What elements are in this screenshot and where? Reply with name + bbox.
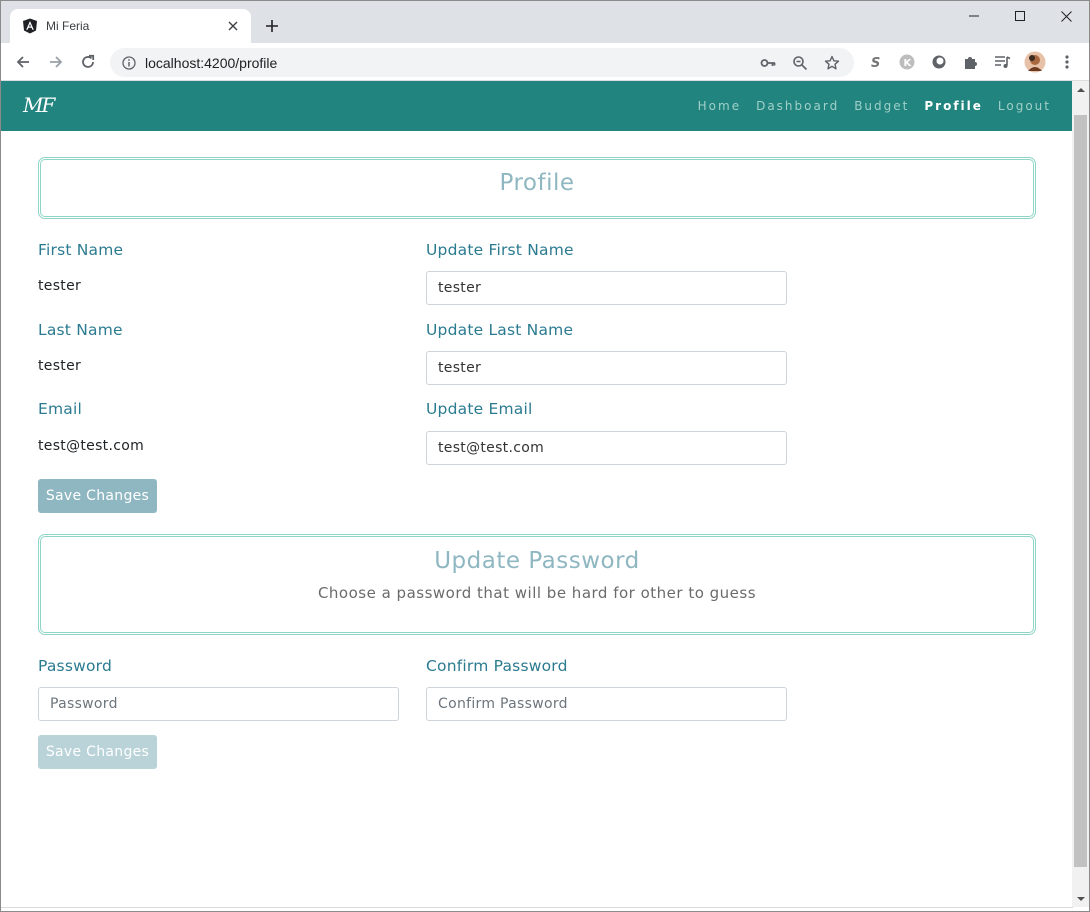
update-email-input[interactable] <box>426 431 787 465</box>
extension-s-icon[interactable]: S <box>859 48 891 76</box>
close-icon[interactable] <box>223 16 243 36</box>
update-last-name-label: Update Last Name <box>426 321 574 339</box>
browser-toolbar: localhost:4200/profile S K <box>1 43 1089 81</box>
first-name-label: First Name <box>38 241 124 259</box>
update-first-name-input[interactable] <box>426 271 787 305</box>
avatar[interactable] <box>1019 48 1051 76</box>
nav-profile[interactable]: Profile <box>924 99 983 113</box>
extension-circle-icon[interactable] <box>923 48 955 76</box>
url-text: localhost:4200/profile <box>145 54 278 71</box>
first-name-value: tester <box>38 278 82 294</box>
profile-header-box: Profile <box>38 157 1036 219</box>
update-email-label: Update Email <box>426 400 533 418</box>
tab-title: Mi Feria <box>46 19 90 33</box>
minimize-button[interactable] <box>951 1 997 31</box>
page-scrollbar[interactable] <box>1072 81 1089 907</box>
info-icon[interactable] <box>121 55 137 71</box>
password-header-box: Update Password Choose a password that w… <box>38 534 1036 635</box>
window-controls <box>951 1 1089 31</box>
nav-logout[interactable]: Logout <box>998 99 1051 113</box>
scroll-thumb[interactable] <box>1074 115 1087 867</box>
browser-window: Mi Feria localhost:4200/profile S K MF H… <box>0 0 1090 912</box>
scroll-down-icon[interactable] <box>1072 890 1089 907</box>
password-input[interactable] <box>38 687 399 721</box>
nav-dashboard[interactable]: Dashboard <box>756 99 839 113</box>
save-password-button[interactable]: Save Changes <box>38 735 157 769</box>
close-window-button[interactable] <box>1043 1 1089 31</box>
reload-icon <box>82 54 95 68</box>
page-viewport: MF Home Dashboard Budget Profile Logout … <box>1 81 1073 907</box>
email-label: Email <box>38 400 83 418</box>
password-subtitle: Choose a password that will be hard for … <box>317 584 757 602</box>
save-profile-button[interactable]: Save Changes <box>38 479 157 513</box>
browser-tab[interactable]: Mi Feria <box>10 9 251 43</box>
arrow-right-icon <box>50 56 63 68</box>
window-bottom-edge <box>1 907 1073 911</box>
password-title: Update Password <box>434 548 640 574</box>
forward-button[interactable] <box>42 48 70 76</box>
new-tab-button[interactable] <box>260 14 284 38</box>
brand-logo[interactable]: MF <box>23 93 55 117</box>
puzzle-icon[interactable] <box>955 48 987 76</box>
nav-budget[interactable]: Budget <box>854 99 909 113</box>
extension-k-icon[interactable]: K <box>891 48 923 76</box>
email-value: test@test.com <box>38 438 145 454</box>
angular-icon <box>22 18 38 34</box>
maximize-button[interactable] <box>997 1 1043 31</box>
zoom-icon[interactable] <box>784 49 816 77</box>
back-button[interactable] <box>9 48 37 76</box>
svg-text:S: S <box>871 56 880 70</box>
more-menu-icon[interactable] <box>1051 48 1083 76</box>
tab-strip: Mi Feria <box>1 1 1089 43</box>
profile-title: Profile <box>499 170 575 196</box>
confirm-password-label: Confirm Password <box>426 657 568 675</box>
nav-home[interactable]: Home <box>698 99 741 113</box>
address-bar[interactable]: localhost:4200/profile <box>110 48 854 77</box>
star-icon[interactable] <box>816 49 848 77</box>
key-icon[interactable] <box>752 49 784 77</box>
confirm-password-input[interactable] <box>426 687 787 721</box>
update-last-name-input[interactable] <box>426 351 787 385</box>
reload-button[interactable] <box>74 48 102 76</box>
app-navbar: MF Home Dashboard Budget Profile Logout <box>1 81 1073 131</box>
svg-text:K: K <box>904 58 913 69</box>
nav-links: Home Dashboard Budget Profile Logout <box>683 81 1051 131</box>
media-queue-icon[interactable] <box>987 48 1019 76</box>
last-name-value: tester <box>38 358 82 374</box>
arrow-left-icon <box>16 56 29 68</box>
scroll-up-icon[interactable] <box>1072 81 1089 98</box>
password-label: Password <box>38 657 112 675</box>
update-first-name-label: Update First Name <box>426 241 574 259</box>
last-name-label: Last Name <box>38 321 123 339</box>
